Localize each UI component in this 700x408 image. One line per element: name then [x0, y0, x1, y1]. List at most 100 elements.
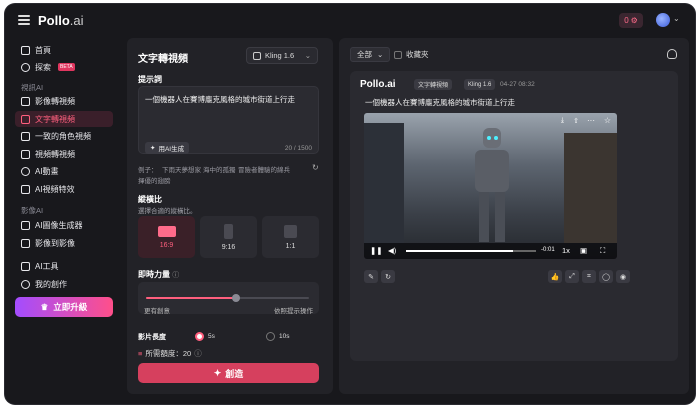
gear-icon: ⚙	[630, 16, 638, 25]
thumb-icon: 👍	[550, 273, 560, 281]
length-option-label: 10s	[279, 333, 290, 340]
slider-fill	[146, 297, 236, 299]
credits-badge[interactable]: 0 ⚙	[619, 13, 643, 28]
fullscreen-icon[interactable]: ⛶	[600, 246, 605, 256]
prompt-value: 一個機器人在賽博龐克風格的城市街道上行走	[145, 95, 295, 104]
sidebar-item-ai-video-effects[interactable]: AI視頻特效	[15, 181, 113, 197]
robot-head	[483, 128, 501, 148]
create-button[interactable]: ✦ 創造	[138, 363, 319, 383]
sidebar-item-my-creations[interactable]: 我的創作	[15, 276, 113, 292]
sidebar-item-label: AI動畫	[35, 166, 59, 176]
sidebar-item-label: 視頻轉視頻	[35, 149, 75, 159]
video-player[interactable]: ❚❚ ◀) -0:01 1x ▣ ⛶ ⤓ ⇧ ··· ☆	[364, 113, 617, 259]
crop-button[interactable]: ⌗	[582, 270, 596, 283]
example-chip[interactable]: 冒險者體驗的綿兵	[238, 164, 290, 174]
like-button[interactable]: 👍	[548, 270, 562, 283]
compass-icon	[21, 62, 30, 72]
user-icon[interactable]	[667, 49, 677, 59]
avatar[interactable]	[656, 13, 670, 27]
slider-handle[interactable]	[231, 294, 240, 302]
progress-fill	[406, 250, 513, 252]
slider-track[interactable]	[146, 294, 309, 302]
refresh-icon: ↻	[385, 273, 391, 281]
expand-icon: ⤢	[569, 272, 575, 280]
favorites-toggle[interactable]: 收藏夾	[394, 47, 429, 62]
example-chip[interactable]: 揮優的翅膀	[138, 175, 171, 185]
image-icon	[21, 96, 30, 106]
expand-button[interactable]: ⤢	[565, 270, 579, 283]
sidebar-item-video-to-video[interactable]: 視頻轉視頻	[15, 146, 113, 162]
ai-generate-button[interactable]: ✦ 用AI生成	[145, 142, 190, 154]
sidebar-item-home[interactable]: 首頁	[15, 42, 113, 58]
example-chip[interactable]: 下雨天夢想家	[162, 164, 201, 174]
time-remaining: -0:01	[541, 247, 555, 253]
ratio-label-text: 1:1	[285, 242, 296, 250]
favorites-label: 收藏夾	[406, 50, 429, 59]
eye-icon: ◉	[619, 273, 627, 281]
ratio-option-9-16[interactable]: 9:16	[200, 216, 257, 258]
sidebar: 首頁 探索 BETA 視訊AI 影像轉視頻 文字轉視頻 一致的角色視頻 視頻轉視頻…	[5, 36, 121, 404]
sidebar-item-image-to-image[interactable]: 影像到影像	[15, 235, 113, 251]
length-radio-10s[interactable]	[266, 332, 275, 341]
length-radio-5s[interactable]	[195, 332, 204, 341]
sidebar-item-ai-image-generator[interactable]: AI圖像生成器	[15, 217, 113, 233]
section-video-ai: 視訊AI	[21, 83, 44, 92]
ratio-option-1-1[interactable]: 1:1	[262, 216, 319, 258]
sidebar-item-explore[interactable]: 探索 BETA	[15, 59, 113, 75]
model-select[interactable]: Kling 1.6 ⌄	[246, 47, 318, 64]
text-icon	[21, 114, 30, 124]
ratio-option-16-9[interactable]: 16:9	[138, 216, 195, 258]
form-title: 文字轉視頻	[138, 54, 188, 65]
upgrade-button[interactable]: ♛ 立即升級	[15, 297, 113, 317]
robot-leg	[479, 192, 489, 242]
beta-badge: BETA	[58, 63, 75, 71]
ratio-subtitle: 選擇合適的縱橫比。	[138, 208, 197, 215]
sidebar-item-image-to-video[interactable]: 影像轉視頻	[15, 93, 113, 109]
view-button[interactable]: ◉	[616, 270, 630, 283]
filter-select[interactable]: 全部 ⌄	[350, 47, 391, 62]
sidebar-item-label: AI工具	[35, 261, 59, 271]
robot-torso	[475, 150, 509, 192]
example-chip[interactable]: 海中的孤獨	[203, 164, 236, 174]
prompt-textarea[interactable]: 一個機器人在賽博龐克風格的城市街道上行走 ✦ 用AI生成 20 / 1500	[138, 86, 319, 154]
sidebar-item-ai-tools[interactable]: AI工具	[15, 258, 113, 274]
info-icon[interactable]: ⓘ	[172, 272, 179, 279]
model-icon	[253, 51, 261, 60]
pip-icon[interactable]: ▣	[580, 246, 587, 255]
speed-button[interactable]: 1x	[562, 246, 570, 255]
sidebar-item-consistent-character[interactable]: 一致的角色視頻	[15, 128, 113, 144]
volume-icon[interactable]: ◀)	[388, 246, 396, 255]
length-option-label: 5s	[208, 333, 215, 340]
brand-logo[interactable]: Pollo.ai	[38, 13, 84, 28]
progress-bar[interactable]	[406, 250, 536, 252]
filter-value: 全部	[357, 50, 372, 59]
upgrade-label: 立即升級	[53, 302, 88, 312]
refresh-icon[interactable]: ↻	[312, 163, 319, 172]
sidebar-item-label: AI圖像生成器	[35, 220, 83, 230]
image-icon	[21, 220, 30, 230]
checkbox[interactable]	[394, 50, 402, 59]
chevron-down-icon[interactable]: ⌄	[673, 14, 680, 23]
edit-button[interactable]: ✎	[364, 270, 378, 283]
menu-icon[interactable]	[18, 15, 30, 25]
sidebar-item-ai-animation[interactable]: AI動畫	[15, 163, 113, 179]
slider-right-label: 依照提示操作	[274, 308, 313, 315]
share-icon[interactable]: ⇧	[573, 117, 579, 125]
regenerate-button[interactable]: ↻	[381, 270, 395, 283]
pause-icon[interactable]: ❚❚	[370, 246, 383, 255]
sidebar-item-text-to-video[interactable]: 文字轉視頻	[15, 111, 113, 127]
crown-icon: ♛	[40, 301, 49, 312]
info-icon[interactable]: ⓘ	[194, 348, 202, 359]
tag-badge: 文字轉視頻	[414, 79, 453, 90]
motion-slider[interactable]: 更有創意 依照提示操作	[138, 282, 319, 315]
logo-name: Pollo	[38, 13, 70, 28]
comment-button[interactable]: ◯	[599, 270, 613, 283]
video-icon	[21, 149, 30, 159]
robot-leg	[495, 192, 505, 242]
create-label: 創造	[225, 368, 244, 379]
ratio-label-text: 9:16	[221, 243, 236, 251]
download-icon[interactable]: ⤓	[561, 117, 564, 125]
home-icon	[21, 45, 30, 55]
star-icon[interactable]: ☆	[604, 116, 611, 125]
more-icon[interactable]: ···	[587, 116, 595, 125]
